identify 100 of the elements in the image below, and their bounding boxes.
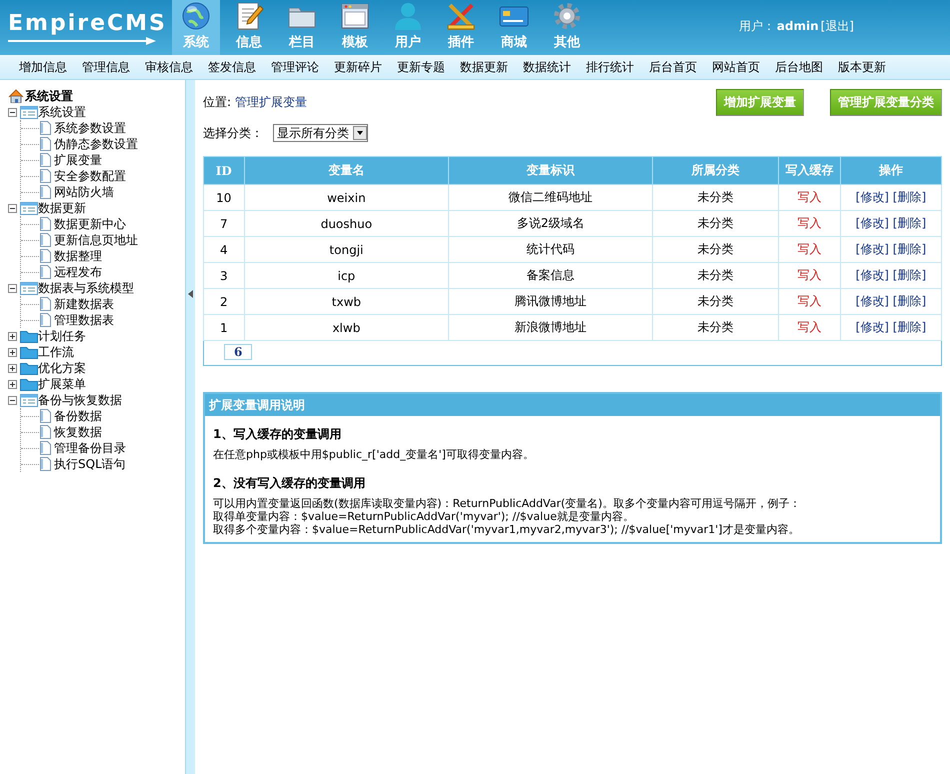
tree-item[interactable]: 执行SQL语句 [54, 456, 126, 472]
tree-item[interactable]: 数据整理 [54, 248, 102, 264]
menu-link[interactable]: 版本更新 [829, 58, 892, 76]
expand-icon[interactable] [8, 332, 17, 340]
variable-label-cell: 微信二维码地址 [448, 184, 653, 210]
sidebar-title: 系统设置 [25, 88, 73, 104]
tree-folder[interactable]: 备份与恢复数据 [38, 392, 122, 408]
collapse-icon[interactable] [8, 204, 17, 212]
menu-link[interactable]: 增加信息 [10, 58, 73, 76]
variable-label-cell: 腾讯微博地址 [448, 288, 653, 314]
column-header: 所属分类 [652, 156, 778, 184]
gear-icon [551, 0, 583, 32]
menu-link[interactable]: 审核信息 [136, 58, 199, 76]
page-icon [39, 297, 52, 311]
expand-icon[interactable] [8, 348, 17, 356]
edit-link[interactable]: [修改] [856, 216, 889, 230]
collapse-arrow-icon[interactable] [188, 290, 193, 298]
column-header: 变量名 [244, 156, 449, 184]
tree-item[interactable]: 远程发布 [54, 264, 102, 280]
id-cell: 3 [204, 262, 244, 288]
page-icon [39, 153, 52, 167]
arrow-icon [8, 36, 158, 46]
page-icon [39, 233, 52, 247]
globe-icon [180, 0, 212, 32]
tree-item[interactable]: 备份数据 [54, 408, 102, 424]
expand-icon[interactable] [8, 364, 17, 372]
category-cell: 未分类 [652, 236, 778, 262]
delete-link[interactable]: [删除] [892, 268, 926, 282]
id-cell: 4 [204, 236, 244, 262]
menu-link[interactable]: 后台首页 [640, 58, 703, 76]
tree-item[interactable]: 系统参数设置 [54, 120, 126, 136]
folder-icon [20, 345, 38, 359]
person-icon [392, 0, 424, 32]
menu-link[interactable]: 更新碎片 [325, 58, 388, 76]
tree-item[interactable]: 更新信息页地址 [54, 232, 138, 248]
breadcrumb-link[interactable]: 管理扩展变量 [234, 94, 307, 108]
filter-label: 选择分类： [203, 124, 263, 142]
user-name: admin [776, 19, 819, 33]
home-icon [8, 89, 24, 103]
location-label: 位置: [203, 94, 232, 108]
page-icon [39, 425, 52, 439]
menu-link[interactable]: 更新专题 [388, 58, 451, 76]
menu-link[interactable]: 管理评论 [262, 58, 325, 76]
tree-item[interactable]: 网站防火墙 [54, 184, 114, 200]
section-heading: 1、写入缓存的变量调用 [213, 426, 342, 443]
list-folder-icon [20, 201, 38, 215]
collapse-icon[interactable] [8, 108, 17, 116]
tree-folder[interactable]: 数据表与系统模型 [38, 280, 134, 296]
delete-link[interactable]: [删除] [892, 294, 926, 308]
menu-link[interactable]: 签发信息 [199, 58, 262, 76]
tree-item[interactable]: 恢复数据 [54, 424, 102, 440]
tree-folder[interactable]: 数据更新 [38, 200, 86, 216]
expand-icon[interactable] [8, 380, 17, 388]
menu-link[interactable]: 管理信息 [73, 58, 136, 76]
tree-item[interactable]: 伪静态参数设置 [54, 136, 138, 152]
collapse-icon[interactable] [8, 284, 17, 292]
menu-link[interactable]: 后台地图 [766, 58, 829, 76]
list-folder-icon [20, 393, 38, 407]
tree-folder[interactable]: 计划任务 [38, 328, 86, 344]
tree-item[interactable]: 扩展变量 [54, 152, 102, 168]
tree-item[interactable]: 新建数据表 [54, 296, 114, 312]
folder-icon [20, 361, 38, 375]
edit-link[interactable]: [修改] [856, 242, 889, 256]
delete-link[interactable]: [删除] [892, 242, 926, 256]
tree-item[interactable]: 数据更新中心 [54, 216, 126, 232]
column-header: 变量标识 [448, 156, 653, 184]
menu-link[interactable]: 网站首页 [703, 58, 766, 76]
list-folder-icon [20, 281, 38, 295]
page-icon [39, 137, 52, 151]
tree-item[interactable]: 管理备份目录 [54, 440, 126, 456]
tree-item[interactable]: 管理数据表 [54, 312, 114, 328]
note-text: 可以用内置变量返回函数(数据库读取变量内容)：ReturnPublicAddVar(变量名)。取多个变量内容可用逗号隔开，例子： [213, 497, 802, 510]
edit-link[interactable]: [修改] [856, 190, 889, 204]
category-cell: 未分类 [652, 184, 778, 210]
menu-link[interactable]: 数据统计 [514, 58, 577, 76]
delete-link[interactable]: [删除] [892, 190, 926, 204]
page-icon [39, 217, 52, 231]
folder-icon [20, 377, 38, 391]
delete-link[interactable]: [删除] [892, 320, 926, 334]
tree-folder[interactable]: 系统设置 [38, 104, 86, 120]
variable-name-cell: weixin [244, 184, 449, 210]
collapse-icon[interactable] [8, 396, 17, 404]
edit-link[interactable]: [修改] [856, 268, 889, 282]
tree-folder[interactable]: 优化方案 [38, 360, 86, 376]
id-cell: 1 [204, 314, 244, 340]
variable-label-cell: 备案信息 [448, 262, 653, 288]
menu-link[interactable]: 排行统计 [577, 58, 640, 76]
delete-link[interactable]: [删除] [892, 216, 926, 230]
category-select[interactable]: 显示所有分类 [273, 124, 368, 142]
tree-folder[interactable]: 扩展菜单 [38, 376, 86, 392]
edit-link[interactable]: [修改] [856, 294, 889, 308]
tree-item[interactable]: 安全参数配置 [54, 168, 126, 184]
menu-link[interactable]: 数据更新 [451, 58, 514, 76]
id-cell: 10 [204, 184, 244, 210]
page-icon [39, 409, 52, 423]
edit-link[interactable]: [修改] [856, 320, 889, 334]
tree-folder[interactable]: 工作流 [38, 344, 74, 360]
column-header: 写入缓存 [778, 156, 840, 184]
variable-name-cell: txwb [244, 288, 449, 314]
section-heading: 2、没有写入缓存的变量调用 [213, 475, 366, 492]
